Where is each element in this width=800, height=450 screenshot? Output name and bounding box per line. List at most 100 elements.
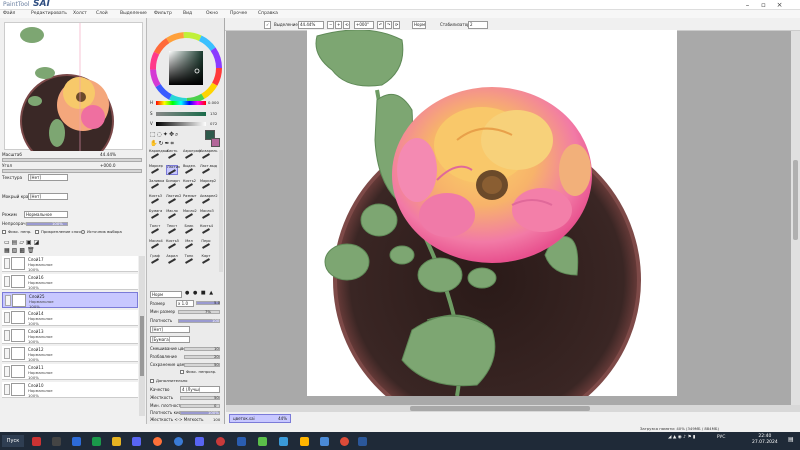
chrome-icon[interactable]: [340, 437, 349, 446]
min-size-slider[interactable]: [178, 310, 220, 314]
telegram-icon[interactable]: [279, 437, 288, 446]
tool-button[interactable]: Масло4: [149, 239, 163, 250]
angle-dropdown[interactable]: +000°: [354, 21, 374, 29]
trash-icon[interactable]: 🗑: [27, 247, 37, 254]
visibility-icon[interactable]: [4, 348, 10, 359]
task-icon-5[interactable]: [112, 437, 121, 446]
layer-scrollbar[interactable]: [139, 256, 145, 416]
merge-icon[interactable]: ▦: [4, 247, 12, 254]
h-slider[interactable]: [156, 101, 206, 105]
task-icon-3[interactable]: [72, 437, 81, 446]
layer-scroll-thumb[interactable]: [140, 316, 144, 376]
visibility-icon[interactable]: [4, 312, 10, 323]
tool-scrollbar[interactable]: [219, 150, 223, 272]
menu-view[interactable]: Вид: [183, 11, 192, 16]
tool-button[interactable]: Бинарн: [166, 179, 180, 190]
delete-layer-icon[interactable]: ▩: [19, 247, 27, 254]
layer-row[interactable]: Слой10 Нормальное 100%: [2, 382, 138, 398]
task-icon-1[interactable]: [32, 437, 41, 446]
tool-button[interactable]: Тонк: [183, 254, 195, 265]
tool-button[interactable]: Граф: [149, 254, 161, 265]
layer-row[interactable]: Слой17 Нормальное 100%: [2, 256, 138, 272]
effect-select[interactable]: [Нет]: [28, 193, 68, 200]
discord-icon[interactable]: [132, 437, 141, 446]
menu-help[interactable]: Справка: [258, 11, 278, 16]
tool-button[interactable]: Масло: [166, 209, 178, 220]
menu-selection[interactable]: Выделение: [120, 11, 147, 16]
canvas-hscroll-thumb[interactable]: [410, 406, 590, 411]
advanced-checkbox[interactable]: [150, 379, 154, 383]
word-icon[interactable]: [358, 437, 367, 446]
tool-button[interactable]: Блик: [183, 224, 195, 235]
size-multiplier[interactable]: x 1.0: [176, 300, 194, 307]
zoom-reset-icon[interactable]: ⟲: [343, 21, 350, 29]
mask-icon[interactable]: ◪: [34, 239, 42, 246]
visibility-icon[interactable]: [4, 258, 10, 269]
navigator-preview[interactable]: [4, 22, 143, 168]
tool-button[interactable]: Аэрограф: [183, 149, 201, 160]
clock[interactable]: 22:40 27.07.2024: [752, 434, 778, 446]
nav-zoom-slider[interactable]: [2, 158, 142, 162]
visibility-icon[interactable]: [4, 276, 10, 287]
layer-row[interactable]: Слой12 Нормальное 100%: [2, 346, 138, 362]
brush-texture-select[interactable]: [Бумага]: [150, 336, 190, 343]
firefox-icon[interactable]: [153, 437, 162, 446]
menu-edit[interactable]: Редактировать: [31, 11, 67, 16]
tray-icons[interactable]: ◢ ▲ ◉ ♪ ⚑ ▮: [668, 435, 695, 440]
chat-icon[interactable]: [195, 437, 204, 446]
nav-angle-slider[interactable]: [2, 169, 142, 173]
zoom-in-icon[interactable]: +: [335, 21, 342, 29]
drawing-canvas[interactable]: [307, 29, 677, 434]
menu-window[interactable]: Окно: [206, 11, 218, 16]
notification-icon[interactable]: ▤: [788, 436, 797, 445]
tool-button[interactable]: Акварел2: [200, 194, 218, 205]
visibility-icon[interactable]: [4, 384, 10, 395]
language-indicator[interactable]: РУС: [717, 435, 726, 440]
brush-mode-select[interactable]: Норм: [150, 291, 182, 298]
opera-icon[interactable]: [216, 437, 225, 446]
rotate-reset-icon[interactable]: ⟳: [393, 21, 400, 29]
s-slider[interactable]: [156, 112, 206, 116]
layer-row[interactable]: Слой13 Нормальное 100%: [2, 328, 138, 344]
crop-icon[interactable]: ⌗: [171, 140, 175, 147]
secondary-color-swatch[interactable]: [211, 138, 220, 147]
explorer-icon[interactable]: [320, 437, 329, 446]
tool-button[interactable]: Маркер: [149, 164, 163, 175]
menu-other[interactable]: Прочее: [230, 11, 247, 16]
visibility-icon[interactable]: [5, 295, 11, 306]
tool-button[interactable]: Кисть4: [200, 224, 213, 235]
zoom-dropdown[interactable]: 44.44%: [298, 21, 324, 29]
select-icon[interactable]: ⬚: [150, 131, 157, 138]
layer-row[interactable]: Слой11 Нормальное 100%: [2, 364, 138, 380]
tool-button[interactable]: Масло3: [200, 209, 214, 220]
task-icon-2[interactable]: [52, 437, 61, 446]
texture-select[interactable]: [Нет]: [28, 174, 68, 181]
keep-opacity-checkbox[interactable]: [180, 370, 184, 374]
tool-button[interactable]: Карандаш: [149, 149, 168, 160]
tool-button[interactable]: Выдел.: [183, 164, 196, 175]
tool-button[interactable]: Толст: [149, 224, 161, 235]
document-tab[interactable]: цветок.sai 44%: [229, 414, 291, 423]
tool-button[interactable]: Перо: [200, 239, 212, 250]
tool-button[interactable]: Акрил: [166, 254, 178, 265]
new-layer-icon[interactable]: ▭: [4, 239, 12, 246]
clip-group-checkbox[interactable]: [35, 230, 39, 234]
copy-layer-icon[interactable]: ▣: [26, 239, 34, 246]
tool-button[interactable]: Ластик: [166, 165, 180, 175]
task-icon-4[interactable]: [92, 437, 101, 446]
tool-button[interactable]: Текст: [166, 224, 178, 235]
maximize-button[interactable]: ▫: [756, 0, 771, 10]
menu-layer[interactable]: Слой: [96, 11, 108, 16]
v-slider[interactable]: [156, 122, 206, 126]
visibility-icon[interactable]: [4, 366, 10, 377]
brush-shape-select[interactable]: [Нет]: [150, 326, 190, 333]
start-button[interactable]: Пуск: [2, 435, 24, 447]
layer-row[interactable]: Слой14 Нормальное 100%: [2, 310, 138, 326]
tool-button[interactable]: Акварель: [200, 149, 217, 160]
lock-alpha-checkbox[interactable]: [2, 230, 6, 234]
folder-icon[interactable]: [300, 437, 309, 446]
tool-button[interactable]: Ластик2: [166, 194, 181, 205]
stabilizer-dropdown[interactable]: 2: [468, 21, 488, 29]
blend-mode-select[interactable]: Нормальное: [24, 211, 68, 218]
menu-filter[interactable]: Фильтр: [154, 11, 172, 16]
